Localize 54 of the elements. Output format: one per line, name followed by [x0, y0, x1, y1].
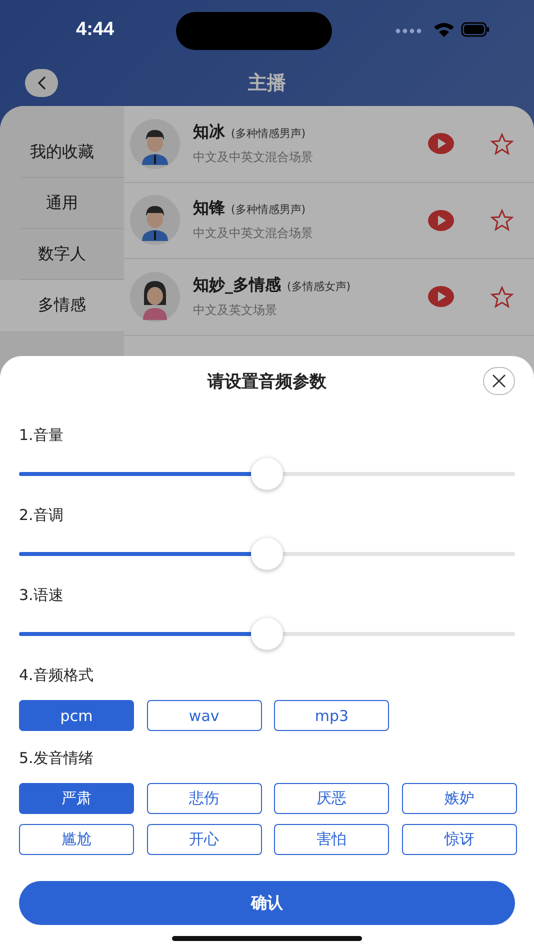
wifi-icon	[434, 23, 454, 37]
star-icon[interactable]	[490, 209, 514, 232]
voice-name: 知妙_多情感	[193, 274, 281, 296]
voice-tag: (多种情感男声)	[231, 126, 306, 141]
page-title: 主播	[247, 71, 287, 96]
slider-label: 2.音调	[19, 504, 64, 526]
sidebar-item[interactable]: 多情感	[0, 280, 124, 331]
signal-icon	[396, 28, 422, 34]
voice-name: 知冰	[193, 122, 225, 143]
play-icon[interactable]	[428, 286, 454, 308]
voice-description: 中文及中英文混合场景	[193, 225, 314, 242]
avatar-icon	[130, 272, 180, 322]
star-icon[interactable]	[490, 132, 514, 155]
emotion-option[interactable]: 开心	[146, 824, 262, 855]
slider-track[interactable]	[19, 538, 515, 570]
voice-tag: (多情感女声)	[287, 278, 351, 294]
avatar-icon	[130, 118, 180, 169]
emotion-option[interactable]: 悲伤	[146, 783, 262, 814]
emotion-option[interactable]: 严肃	[19, 783, 134, 814]
section-label: 4.音频格式	[19, 664, 94, 686]
voice-tag: (多种情感男声)	[231, 202, 306, 218]
format-option[interactable]: pcm	[19, 700, 134, 731]
slider-track[interactable]	[19, 458, 515, 490]
play-icon[interactable]	[428, 133, 454, 154]
sidebar-item[interactable]: 我的收藏	[20, 127, 124, 178]
emotion-option[interactable]: 害怕	[274, 824, 390, 855]
format-option[interactable]: mp3	[274, 700, 390, 731]
slider-thumb[interactable]	[251, 538, 283, 570]
slider-label: 3.语速	[19, 584, 64, 606]
emotion-option[interactable]: 嫉妒	[402, 783, 517, 814]
close-icon	[492, 374, 506, 388]
section-label: 5.发音情绪	[19, 748, 94, 768]
chevron-left-icon	[36, 76, 46, 90]
sheet-title: 请设置音频参数	[208, 370, 326, 392]
voice-description: 中文及中英文混合场景	[193, 148, 314, 166]
slider-label: 1.音量	[19, 424, 64, 446]
status-time: 4:44	[76, 19, 114, 41]
slider-thumb[interactable]	[251, 618, 283, 650]
voice-description: 中文及英文场景	[193, 302, 278, 319]
slider-track[interactable]	[19, 618, 515, 650]
confirm-button[interactable]: 确认	[19, 881, 515, 925]
back-button[interactable]	[25, 69, 58, 97]
sidebar-item[interactable]: 通用	[20, 178, 124, 229]
close-button[interactable]	[483, 367, 515, 395]
play-icon[interactable]	[428, 210, 454, 231]
emotion-option[interactable]: 尴尬	[19, 824, 134, 855]
battery-icon	[461, 22, 489, 37]
avatar-icon	[130, 195, 180, 246]
emotion-option[interactable]: 厌恶	[274, 783, 390, 814]
format-option[interactable]: wav	[146, 700, 262, 731]
slider-thumb[interactable]	[251, 458, 283, 490]
emotion-option[interactable]: 惊讶	[402, 824, 517, 855]
voice-name: 知锋	[193, 198, 225, 220]
star-icon[interactable]	[490, 286, 514, 308]
